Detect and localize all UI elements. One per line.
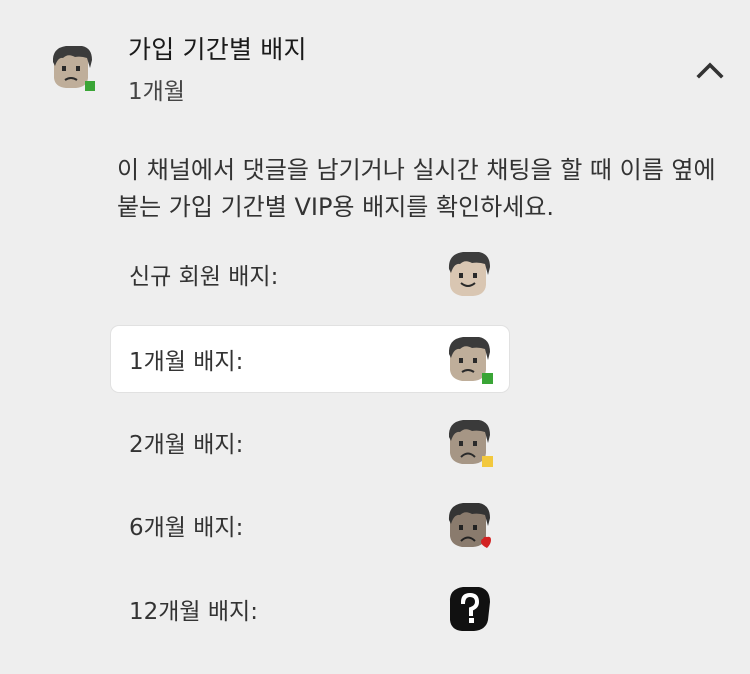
page-title: 가입 기간별 배지: [128, 35, 307, 64]
two-month-badge-icon: [444, 417, 494, 467]
chevron-up-icon: [696, 62, 724, 79]
badge-label: 2개월 배지:: [129, 432, 244, 458]
badge-row-6-months: 6개월 배지:: [111, 492, 509, 558]
current-badge-level: 1개월: [128, 79, 185, 105]
badge-section-header[interactable]: 가입 기간별 배지 1개월: [0, 0, 750, 120]
twelve-month-badge-icon: [444, 584, 494, 634]
badge-row-1-month: 1개월 배지:: [111, 326, 509, 392]
badge-row-new-member: 신규 회원 배지:: [111, 241, 509, 307]
new-member-badge-icon: [444, 249, 494, 299]
badge-label: 12개월 배지:: [129, 599, 258, 625]
badge-label: 신규 회원 배지:: [129, 264, 279, 290]
badge-label: 6개월 배지:: [129, 515, 244, 541]
badge-row-12-months: 12개월 배지:: [111, 576, 509, 642]
badge-row-2-months: 2개월 배지:: [111, 409, 509, 475]
six-month-badge-icon: [444, 500, 494, 550]
one-month-badge-icon: [444, 334, 494, 384]
badge-description: 이 채널에서 댓글을 남기거나 실시간 채팅을 할 때 이름 옆에 붙는 가입 …: [117, 156, 716, 221]
collapse-button[interactable]: [690, 52, 730, 88]
badge-label: 1개월 배지:: [129, 349, 244, 375]
header-badge-icon: [48, 44, 96, 92]
